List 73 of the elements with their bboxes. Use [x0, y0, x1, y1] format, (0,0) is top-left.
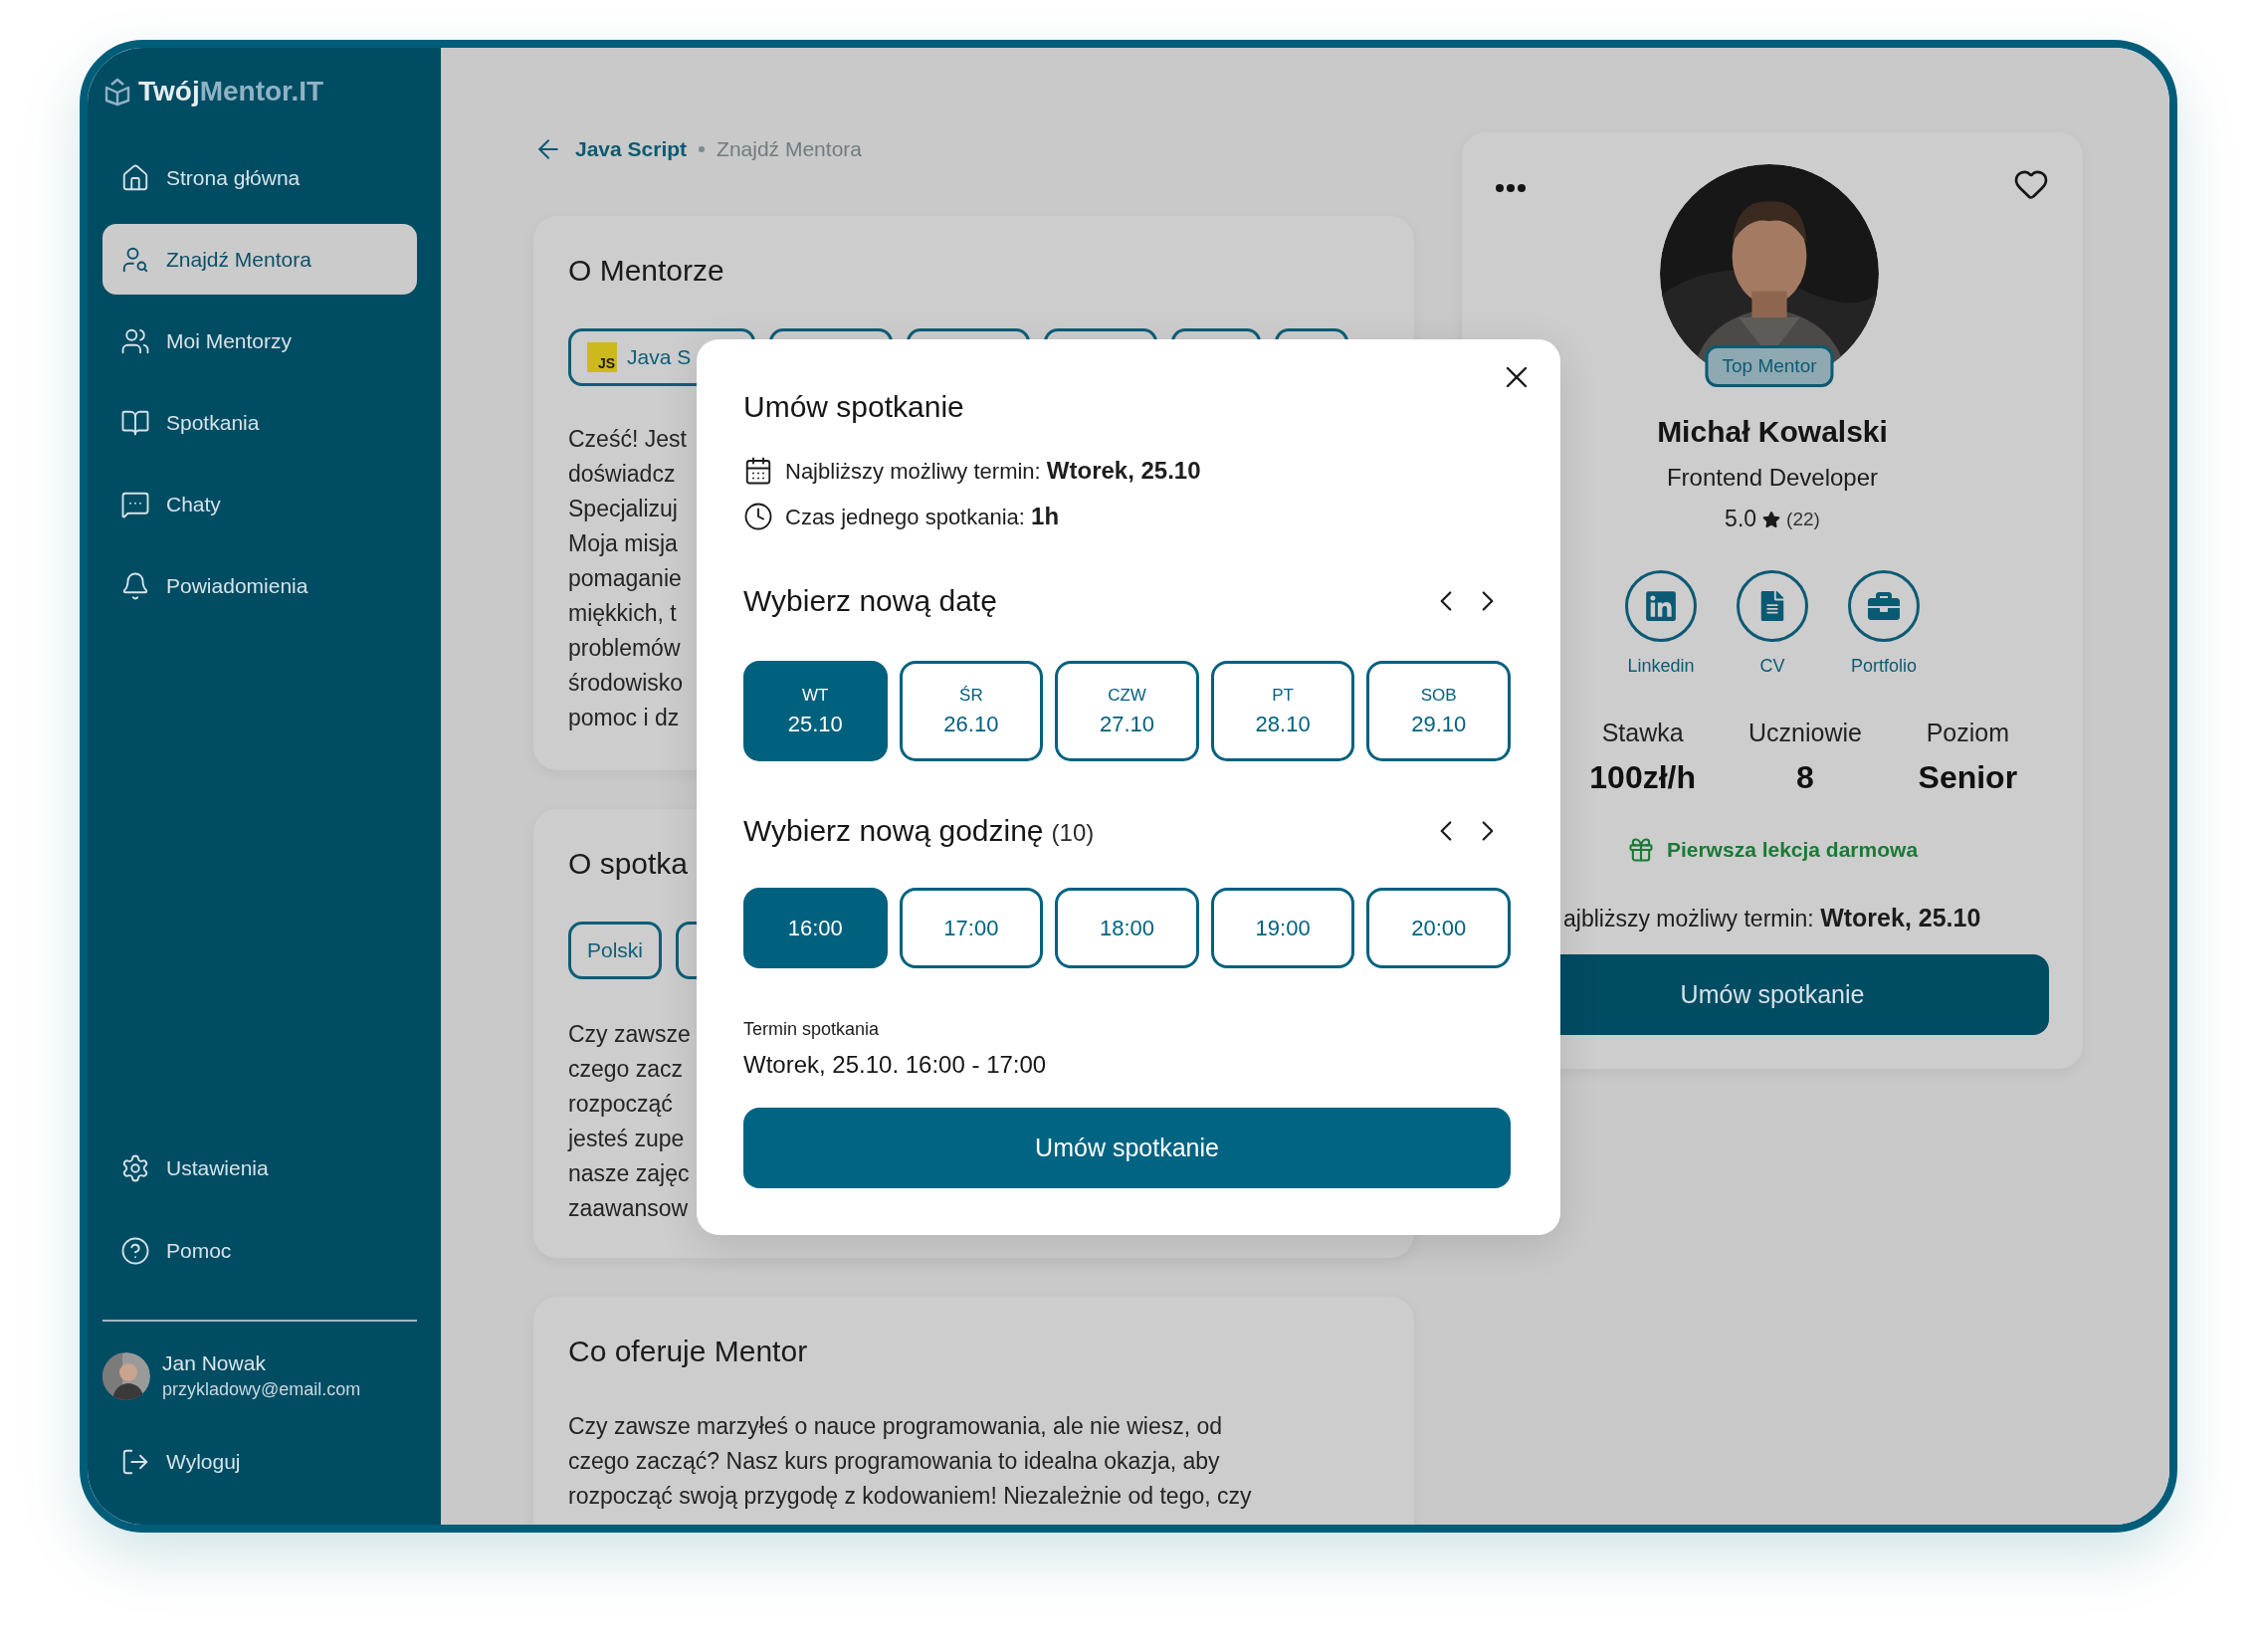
profile-link-button[interactable]	[1737, 570, 1808, 642]
gift-icon	[1626, 836, 1655, 864]
nav-item[interactable]: Chaty	[103, 469, 417, 539]
date-option[interactable]: PT 28.10	[1210, 661, 1355, 761]
logo-text: TwójMentor.IT	[138, 76, 324, 107]
link-label: Linkedin	[1627, 656, 1695, 677]
user-name: Jan Nowak	[162, 1351, 267, 1375]
time-option[interactable]: 16:00	[743, 888, 888, 968]
info-text: Czas jednego spotkania: 1h	[785, 503, 1060, 530]
star-icon	[1762, 510, 1781, 528]
date-option[interactable]: SOB 29.10	[1366, 661, 1511, 761]
date-option[interactable]: CZW 27.10	[1055, 661, 1199, 761]
stat-value: 100zł/h	[1589, 759, 1696, 796]
logo-icon	[103, 77, 132, 106]
next-term-text: ajbliższy możliwy termin: Wtorek, 25.10	[1562, 904, 1982, 932]
stat-label: Poziom	[1926, 719, 2009, 747]
briefcase-icon	[1868, 590, 1900, 622]
body-text: Czy zawsze marzyłeś o nauce programowania, ale nie wiesz, od czego zacząć? Nasz kurs programowania to idealna okazja, aby rozpocząć swoją przygodę z kodowaniem! Niezależnie od tego, czy	[568, 1412, 1252, 1511]
time-option[interactable]: 19:00	[1210, 888, 1355, 968]
calendar-icon	[743, 456, 773, 486]
section-title: Wybierz nową godzinę	[743, 814, 1044, 848]
date-option[interactable]: WT 25.10	[743, 661, 888, 761]
section-title: Wybierz nową datę	[743, 584, 997, 618]
summary-value: Wtorek, 25.10. 16:00 - 17:00	[743, 1050, 1048, 1080]
dialog-title: Umów spotkanie	[743, 390, 965, 424]
js-logo: JS	[587, 342, 617, 372]
top-mentor-badge: Top Mentor	[1705, 345, 1834, 387]
card-title: Co oferuje Mentor	[568, 1335, 808, 1368]
time-option[interactable]: 20:00	[1366, 888, 1511, 968]
book-button[interactable]: Umów spotkanie	[743, 1108, 1511, 1188]
promo-text: Pierwsza lekcja darmowa	[1666, 838, 1919, 862]
nav-item[interactable]: Pomoc	[103, 1215, 417, 1286]
settings-icon	[120, 1152, 150, 1183]
review-count: (22)	[1786, 508, 1820, 530]
more-icon	[1496, 184, 1526, 192]
body-text: Cześć! Jest doświadcz Specjalizuj Moja misja pomaganie miękkich, t problemów środowisko pomoc i dz	[568, 425, 687, 732]
slot-count: (10)	[1051, 819, 1095, 847]
more-button[interactable]	[1496, 184, 1526, 192]
user-email: przykladowy@email.com	[162, 1379, 361, 1400]
bell-icon	[120, 570, 150, 601]
body-text: Czy zawsze czego zacz rozpocząć jesteś zupe nasze zajęc zaawansow	[568, 1020, 691, 1223]
card-title: O Mentorze	[568, 254, 724, 288]
time-option[interactable]: 17:00	[899, 888, 1044, 968]
linkedin-icon	[1644, 589, 1678, 623]
stat-label: Stawka	[1601, 719, 1684, 747]
nav-item[interactable]: Spotkania	[103, 387, 417, 458]
info-text: Najbliższy możliwy termin: Wtorek, 25.10	[785, 457, 1201, 485]
nav-item[interactable]: Ustawienia	[103, 1133, 417, 1203]
nav-item[interactable]: Moi Mentorzy	[103, 306, 417, 376]
date-option[interactable]: ŚR 26.10	[899, 661, 1044, 761]
home-icon	[120, 162, 150, 193]
breadcrumb-link[interactable]: Java Script	[575, 137, 688, 161]
clock-icon	[743, 502, 773, 531]
mentor-name: Michał Kowalski	[1657, 415, 1888, 449]
mentor-role: Frontend Developer	[1666, 464, 1879, 492]
help-icon	[120, 1235, 150, 1266]
summary-label: Termin spotkania	[743, 1018, 881, 1040]
profile-link-button[interactable]	[1848, 570, 1920, 642]
link-label: Portfolio	[1850, 656, 1917, 677]
breadcrumb-current: Znajdź Mentora	[717, 137, 862, 161]
stat-value: Senior	[1918, 759, 2018, 796]
profile-link-button[interactable]	[1625, 570, 1697, 642]
nav-item[interactable]: Znajdź Mentora	[103, 224, 417, 295]
rating-value: 5.0	[1725, 506, 1757, 532]
time-option[interactable]: 18:00	[1055, 888, 1199, 968]
logout-link[interactable]: Wyloguj	[103, 1426, 417, 1497]
card-title: O spotka	[568, 847, 689, 881]
nav-item[interactable]: Strona główna	[103, 142, 417, 213]
nav-item[interactable]: Powiadomienia	[103, 550, 417, 621]
stat-value: 8	[1796, 759, 1814, 796]
tag-chip: Polski	[568, 922, 663, 979]
link-label: CV	[1759, 656, 1785, 677]
stat-label: Uczniowie	[1748, 719, 1862, 747]
